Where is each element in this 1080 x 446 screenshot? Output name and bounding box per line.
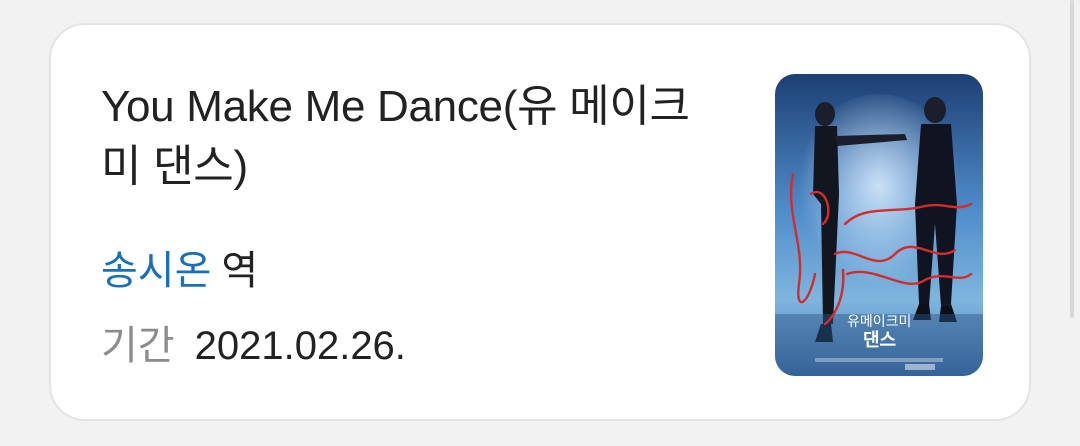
role-suffix: 역 [221,249,259,293]
period-value: 2021.02.26. [194,324,406,368]
page: You Make Me Dance(유 메이크 미 댄스) 송시온 역 기간 202… [0,0,1080,446]
poster-thumbnail[interactable]: 유메이크미 댄스 [775,74,983,376]
poster-image: 유메이크미 댄스 [775,74,983,376]
filmography-card[interactable]: You Make Me Dance(유 메이크 미 댄스) 송시온 역 기간 202… [49,23,1031,421]
period-line: 기간 2021.02.26. [101,321,406,371]
role-line: 송시온 역 [101,246,258,296]
work-title[interactable]: You Make Me Dance(유 메이크 미 댄스) [101,77,721,197]
scrollbar-thumb[interactable] [1070,0,1074,318]
svg-text:댄스: 댄스 [863,330,896,351]
svg-text:유메이크미: 유메이크미 [847,314,911,330]
period-label: 기간 [101,324,175,368]
actor-link[interactable]: 송시온 [101,249,211,293]
